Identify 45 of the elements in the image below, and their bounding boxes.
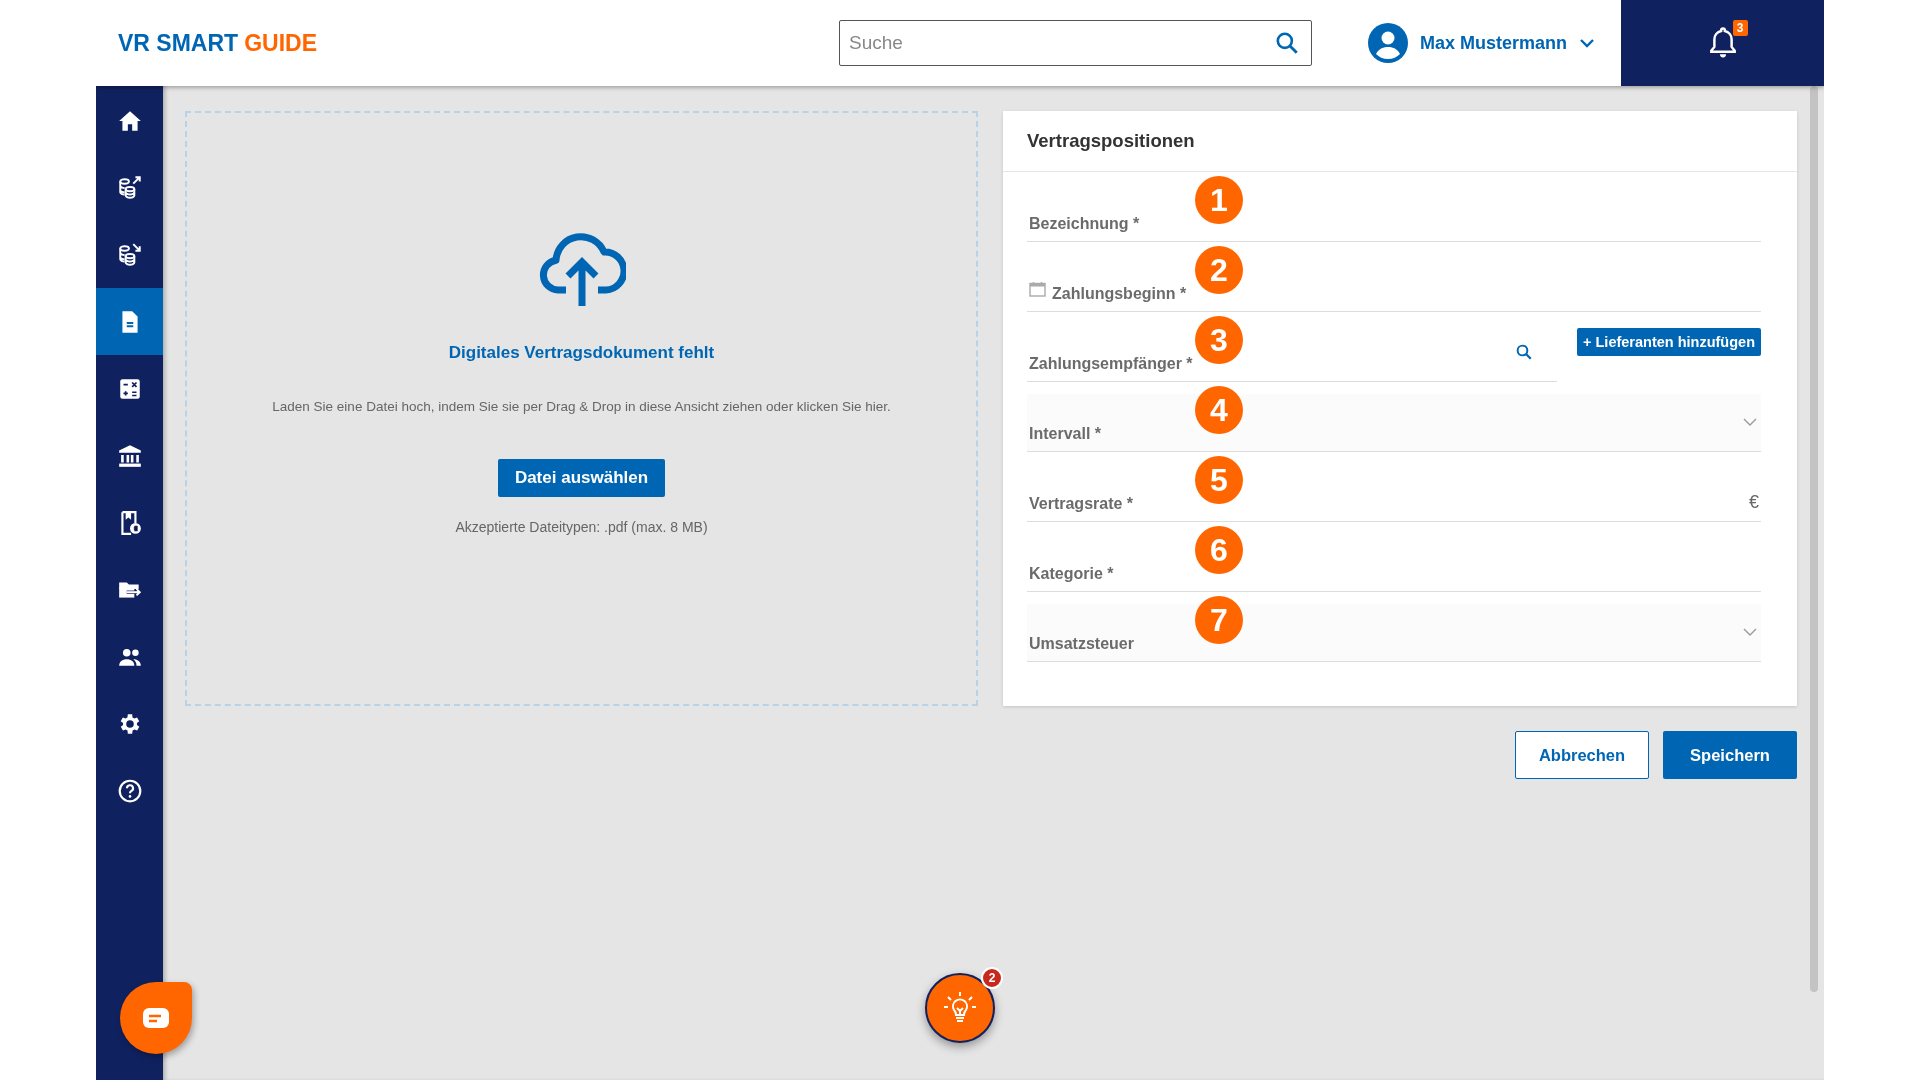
step-marker: 3 (1195, 316, 1243, 364)
avatar-icon (1367, 23, 1408, 63)
step-marker: 2 (1195, 246, 1243, 294)
step-marker: 1 (1195, 176, 1243, 224)
search-field[interactable]: Suche (838, 20, 1312, 66)
field-label: Bezeichnung * (1029, 215, 1140, 233)
field-label: Umsatzsteuer (1029, 635, 1134, 653)
accepted-file-types: Akzeptierte Dateitypen: .pdf (max. 8 MB) (455, 519, 708, 535)
field-label: Zahlungsbeginn * (1052, 285, 1187, 303)
logo-product: GUIDE (244, 29, 317, 57)
notification-badge: 3 (1732, 20, 1748, 36)
cancel-button[interactable]: Abbrechen (1515, 731, 1649, 779)
tips-badge: 2 (981, 967, 1003, 989)
user-menu[interactable]: Max Mustermann (1363, 19, 1599, 67)
currency-symbol: € (1749, 492, 1759, 513)
bank-icon (116, 442, 143, 469)
tips-button[interactable] (925, 973, 995, 1043)
bell-icon (1707, 26, 1738, 58)
chat-button[interactable] (120, 982, 192, 1054)
add-supplier-button[interactable]: + Lieferanten hinzufügen (1577, 328, 1761, 356)
field-label: Zahlungsempfänger * (1029, 355, 1193, 373)
coins-arrow-down-icon (116, 241, 143, 268)
field-label: Intervall * (1029, 425, 1102, 443)
chevron-down-icon (1743, 418, 1757, 427)
field-label: Vertragsrate * (1029, 495, 1134, 513)
card-title: Vertragspositionen (1003, 111, 1797, 172)
search-icon[interactable] (1515, 343, 1533, 361)
step-marker: 6 (1195, 526, 1243, 574)
coins-arrow-up-icon (116, 174, 143, 201)
help-icon (116, 777, 143, 804)
calendar-icon (1029, 281, 1046, 297)
save-button[interactable]: Speichern (1663, 731, 1797, 779)
field-label: Kategorie * (1029, 565, 1114, 583)
scrollbar[interactable] (1810, 86, 1818, 992)
chat-icon (142, 1007, 170, 1029)
chevron-down-icon (1743, 628, 1757, 637)
upload-title: Digitales Vertragsdokument fehlt (448, 343, 715, 363)
chevron-down-icon (1579, 38, 1595, 48)
step-marker: 7 (1195, 596, 1243, 644)
upload-hint: Laden Sie eine Datei hoch, indem Sie sie per Drag & Drop in diese Ansicht ziehen oder klicken Sie hier. (272, 399, 891, 414)
step-marker: 4 (1195, 386, 1243, 434)
step-marker: 5 (1195, 456, 1243, 504)
cloud-upload-icon (537, 230, 626, 308)
logo-brand: VR SMART (118, 29, 239, 57)
select-file-button[interactable]: Datei auswählen (497, 459, 666, 497)
